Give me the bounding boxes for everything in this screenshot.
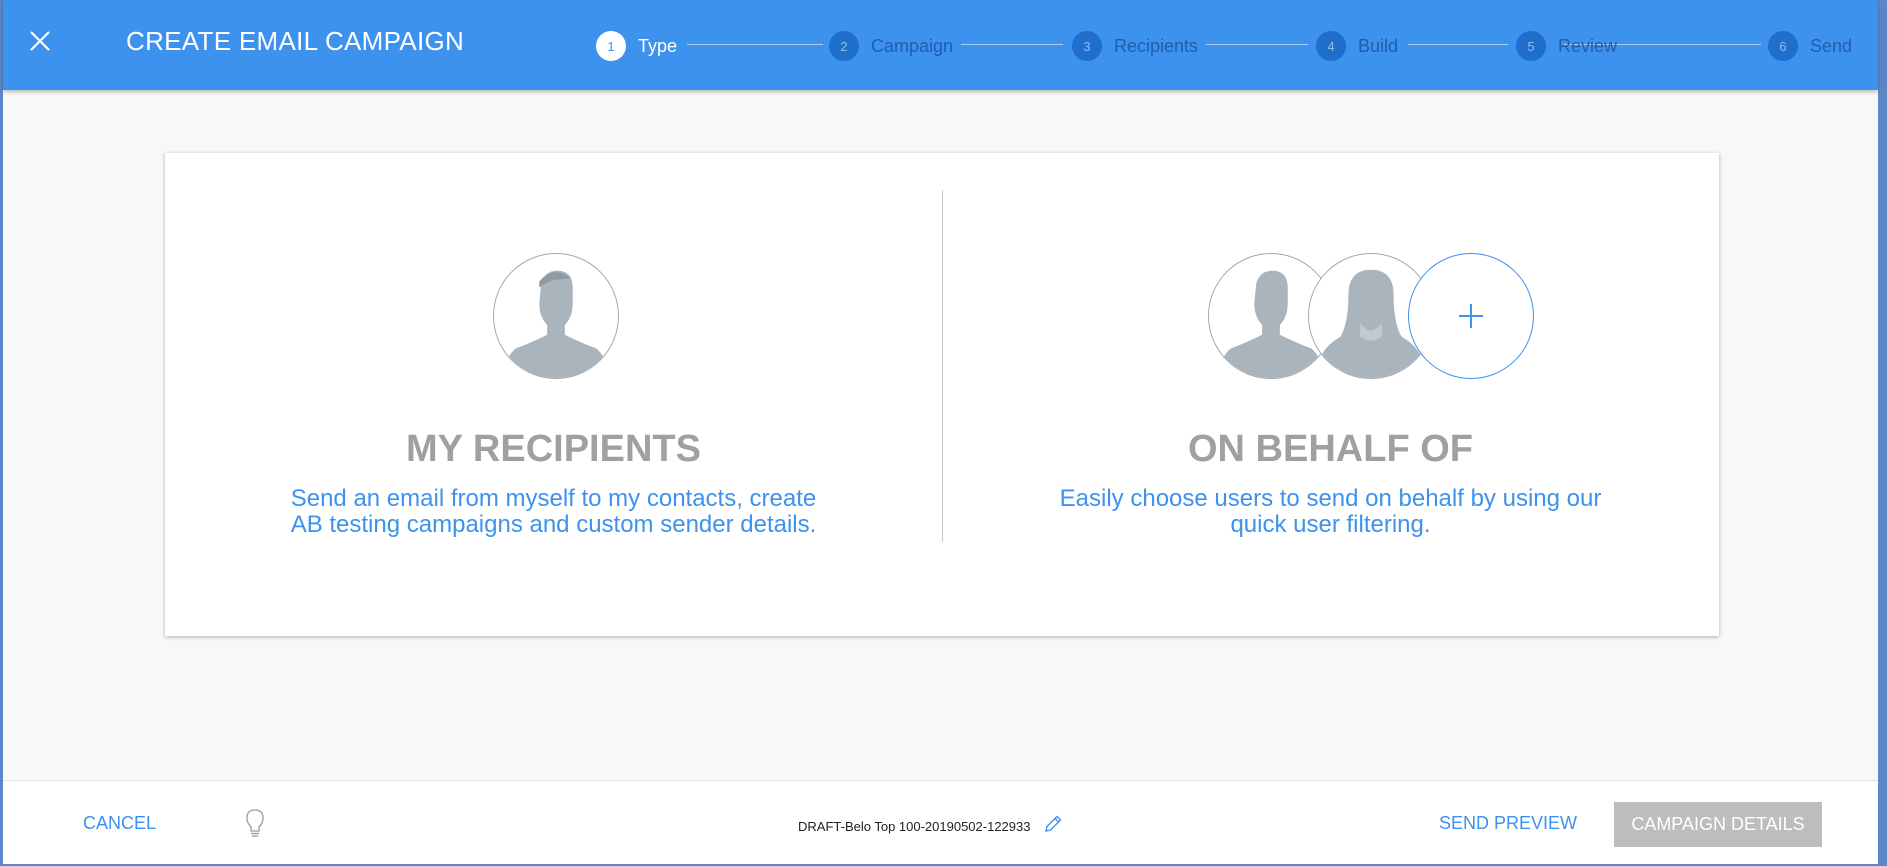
step-send[interactable]: 6 Send — [1768, 31, 1852, 61]
wizard-header: CREATE EMAIL CAMPAIGN 1 Type 2 Campaign … — [3, 0, 1878, 90]
campaign-type-card: MY RECIPIENTS Send an email from myself … — [165, 153, 1719, 636]
step-label: Send — [1810, 35, 1853, 56]
description-line: AB testing campaigns and custom sender d… — [290, 511, 817, 538]
on-behalf-of-option[interactable]: ON BEHALF OF Easily choose users to send… — [942, 153, 1719, 636]
step-number: 3 — [1072, 31, 1102, 61]
step-label: Type — [638, 35, 678, 56]
plus-icon — [1459, 304, 1483, 328]
step-recipients[interactable]: 3 Recipients — [1072, 31, 1198, 61]
description-line: Easily choose users to send on behalf by… — [1059, 485, 1602, 512]
description-line: quick user filtering. — [1230, 511, 1431, 538]
description-line: Send an email from myself to my contacts… — [290, 485, 817, 512]
campaign-details-button[interactable]: CAMPAIGN DETAILS — [1614, 802, 1822, 847]
add-user-button[interactable] — [1408, 253, 1534, 379]
draft-name: DRAFT-Belo Top 100-20190502-122933 — [798, 819, 1031, 834]
step-type[interactable]: 1 Type — [596, 31, 677, 61]
step-number: 6 — [1768, 31, 1798, 61]
step-number: 2 — [829, 31, 859, 61]
my-recipients-option[interactable]: MY RECIPIENTS Send an email from myself … — [165, 153, 942, 636]
send-preview-button[interactable]: SEND PREVIEW — [1439, 813, 1577, 834]
step-connector — [1408, 44, 1508, 45]
pencil-icon[interactable] — [1043, 814, 1063, 834]
step-connector — [687, 44, 823, 45]
step-build[interactable]: 4 Build — [1316, 31, 1398, 61]
my-recipients-title: MY RECIPIENTS — [406, 428, 701, 470]
step-campaign[interactable]: 2 Campaign — [829, 31, 953, 61]
step-label: Build — [1358, 35, 1399, 56]
on-behalf-of-description: Easily choose users to send on behalf by… — [942, 486, 1719, 538]
my-recipients-description: Send an email from myself to my contacts… — [165, 486, 942, 538]
wizard-stepper: 1 Type 2 Campaign 3 Recipients 4 Build 5… — [3, 0, 1878, 90]
step-number: 1 — [596, 31, 626, 61]
on-behalf-of-title: ON BEHALF OF — [1188, 428, 1473, 470]
wizard-footer: CANCEL DRAFT-Belo Top 100-20190502-12293… — [3, 780, 1878, 864]
cancel-button[interactable]: CANCEL — [83, 813, 156, 834]
step-number: 5 — [1516, 31, 1546, 61]
step-review[interactable]: 5 Review — [1516, 31, 1617, 61]
step-label: Campaign — [871, 35, 954, 56]
lightbulb-icon[interactable] — [245, 808, 265, 838]
step-connector — [1206, 44, 1308, 45]
step-label: Recipients — [1114, 35, 1199, 56]
campaign-wizard-window: CREATE EMAIL CAMPAIGN 1 Type 2 Campaign … — [3, 0, 1878, 864]
step-connector — [961, 44, 1063, 45]
step-label: Review — [1558, 35, 1618, 56]
step-number: 4 — [1316, 31, 1346, 61]
male-user-avatar-icon — [493, 253, 619, 379]
